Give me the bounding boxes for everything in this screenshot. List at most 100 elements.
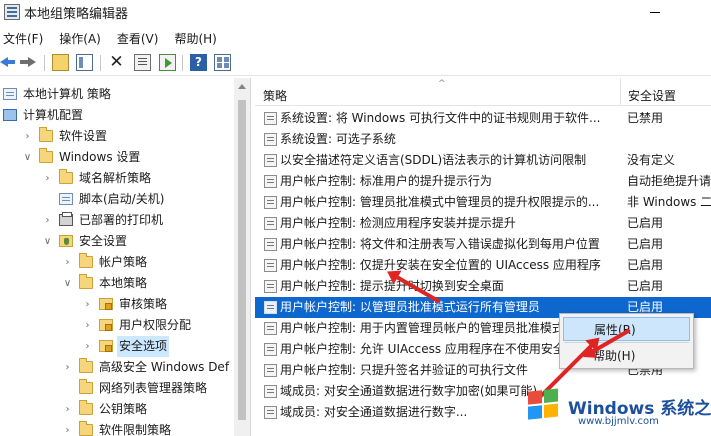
collapse-chevron-icon[interactable]: ∨ — [43, 231, 52, 252]
tree-item[interactable]: 本地计算机 策略 — [0, 84, 233, 105]
menu-view[interactable]: 查看(V) — [117, 26, 159, 48]
delete-icon[interactable]: ✕ — [108, 54, 125, 71]
tree-item[interactable]: ∨计算机配置 — [0, 105, 233, 126]
context-menu: 属性(R) 帮助(H) — [559, 313, 694, 369]
title-bar: 本地组策略编辑器 — [0, 0, 711, 26]
policy-row[interactable]: 用户帐户控制: 将文件和注册表写入错误虚拟化到每用户位置 已启用 — [255, 234, 711, 255]
column-header-policy[interactable]: 策略 — [263, 87, 287, 104]
policy-name: 用户帐户控制: 仅提升安装在安全位置的 UIAccess 应用程序 — [280, 258, 601, 272]
policy-item-icon — [264, 154, 277, 167]
forward-arrow-icon[interactable] — [19, 54, 36, 71]
policy-row[interactable]: 用户帐户控制: 管理员批准模式中管理员的提升权限提示的... 非 Windows … — [255, 192, 711, 213]
tree-item-label: 软件设置 — [59, 129, 108, 143]
tree-item-label: 计算机配置 — [23, 108, 84, 122]
policy-row[interactable]: 系统设置: 将 Windows 可执行文件中的证书规则用于软件... 已禁用 — [255, 108, 711, 129]
tree-item[interactable]: ∨ 安全设置 — [0, 231, 233, 252]
expand-chevron-icon[interactable]: › — [43, 210, 52, 231]
folder-icon — [79, 379, 93, 394]
tree-item-label: 帐户策略 — [99, 255, 148, 269]
printer-icon — [59, 212, 73, 226]
policy-row[interactable]: 用户帐户控制: 提示提升时切换到安全桌面 已启用 — [255, 276, 711, 297]
policy-item-icon — [264, 385, 277, 398]
folder-icon — [79, 253, 93, 268]
policy-item-icon — [264, 133, 277, 146]
menu-file[interactable]: 文件(F) — [3, 26, 43, 48]
folder-icon — [79, 421, 93, 436]
policy-item-icon — [264, 301, 277, 314]
column-divider[interactable] — [620, 78, 621, 106]
locked-folder-icon — [99, 340, 113, 352]
policy-row[interactable]: 以安全描述符定义语言(SDDL)语法表示的计算机访问限制 没有定义 — [255, 150, 711, 171]
menu-action[interactable]: 操作(A) — [59, 26, 101, 48]
show-tree-icon[interactable] — [76, 54, 93, 71]
policy-item-icon — [264, 406, 277, 419]
tree-item-label: 软件限制策略 — [99, 423, 172, 436]
policy-setting-value: 自动拒绝提升请求 — [627, 174, 711, 188]
back-arrow-icon[interactable] — [0, 54, 17, 71]
policy-item-icon — [264, 196, 277, 209]
help-icon[interactable]: ? — [190, 54, 207, 71]
expand-chevron-icon[interactable]: › — [63, 420, 72, 436]
toolbar-separator — [44, 55, 45, 71]
folder-icon — [39, 127, 53, 142]
folder-icon — [79, 400, 93, 415]
tree-item-label: 公钥策略 — [99, 402, 148, 416]
expand-chevron-icon[interactable]: › — [23, 126, 32, 147]
watermark-url: www.bjjmlv.com — [578, 416, 659, 427]
expand-chevron-icon[interactable]: › — [83, 315, 92, 336]
expand-chevron-icon[interactable]: › — [63, 252, 72, 273]
collapse-chevron-icon[interactable]: ∨ — [23, 147, 32, 168]
policy-item-icon — [264, 175, 277, 188]
list-header: 策略 ^ 安全设置 — [255, 78, 711, 106]
policy-item-icon — [264, 343, 277, 356]
properties-icon[interactable] — [134, 54, 151, 71]
tree-item-label: 高级安全 Windows Def — [99, 360, 230, 374]
menu-help[interactable]: 帮助(H) — [174, 26, 216, 48]
collapse-chevron-icon[interactable]: ∨ — [63, 273, 72, 294]
view-mode-icon[interactable] — [214, 54, 231, 71]
tree-item[interactable]: › 已部署的打印机 — [0, 210, 233, 231]
expand-chevron-icon[interactable]: › — [63, 357, 72, 378]
policy-row[interactable]: 用户帐户控制: 仅提升安装在安全位置的 UIAccess 应用程序 已启用 — [255, 255, 711, 276]
up-folder-icon[interactable] — [52, 54, 69, 71]
tree-item[interactable]: ∨ Windows 设置 — [0, 147, 233, 168]
tree-item[interactable]: › 用户权限分配 — [0, 315, 233, 336]
policy-row[interactable]: 用户帐户控制: 标准用户的提升提示行为 自动拒绝提升请求 — [255, 171, 711, 192]
tree-item[interactable]: › 高级安全 Windows Def — [0, 357, 233, 378]
policy-item-icon — [264, 259, 277, 272]
export-list-icon[interactable] — [159, 54, 176, 71]
policy-name: 用户帐户控制: 将文件和注册表写入错误虚拟化到每用户位置 — [280, 237, 600, 251]
tree-item[interactable]: 网络列表管理器策略 — [0, 378, 233, 399]
scroll-up-icon[interactable] — [238, 84, 246, 89]
tree-item[interactable]: › 域名解析策略 — [0, 168, 233, 189]
tree-item[interactable]: › 软件限制策略 — [0, 420, 233, 436]
toolbar-separator — [182, 55, 183, 71]
minimize-icon[interactable] — [650, 12, 660, 13]
tree-item[interactable]: › 安全选项 — [0, 336, 233, 357]
tree-item[interactable]: › 审核策略 — [0, 294, 233, 315]
toolbar-separator — [100, 55, 101, 71]
folder-icon — [59, 169, 73, 184]
policy-row[interactable]: 系统设置: 可选子系统 — [255, 129, 711, 150]
tree-scrollbar[interactable] — [234, 78, 250, 436]
expand-chevron-icon[interactable]: › — [83, 336, 92, 357]
policy-item-icon — [264, 112, 277, 125]
tree-item[interactable]: › 公钥策略 — [0, 399, 233, 420]
policy-row[interactable]: 用户帐户控制: 检测应用程序安装并提示提升 已启用 — [255, 213, 711, 234]
tree-item-label: 本地计算机 策略 — [23, 87, 111, 101]
expand-chevron-icon[interactable]: › — [43, 168, 52, 189]
policy-setting-value: 已启用 — [627, 258, 664, 272]
locked-folder-icon — [99, 298, 113, 310]
policy-name: 用户帐户控制: 管理员批准模式中管理员的提升权限提示的... — [280, 195, 600, 209]
expand-chevron-icon[interactable]: › — [63, 399, 72, 420]
tree-item[interactable]: › 软件设置 — [0, 126, 233, 147]
scroll-thumb[interactable] — [238, 100, 246, 420]
tree-item[interactable]: › 帐户策略 — [0, 252, 233, 273]
tree-item[interactable]: ∨ 本地策略 — [0, 273, 233, 294]
column-header-security-setting[interactable]: 安全设置 — [628, 87, 676, 104]
folder-icon — [79, 274, 93, 289]
expand-chevron-icon[interactable]: › — [83, 294, 92, 315]
tree-item[interactable]: 脚本(启动/关机) — [0, 189, 233, 210]
policy-item-icon — [264, 280, 277, 293]
policy-name: 用户帐户控制: 检测应用程序安装并提示提升 — [280, 216, 516, 230]
